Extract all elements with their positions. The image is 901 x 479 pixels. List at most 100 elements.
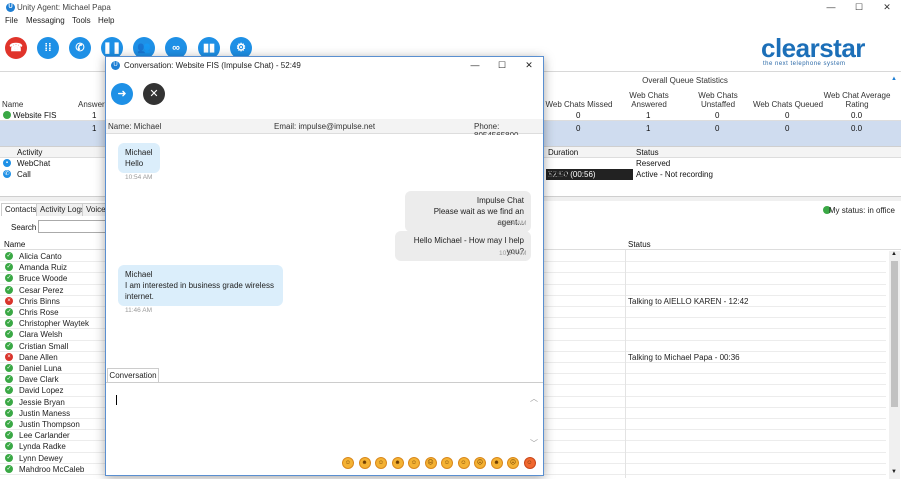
- col-activity[interactable]: Activity: [17, 148, 42, 157]
- hangup-icon[interactable]: ☎: [5, 37, 27, 59]
- totals-answered-web: 1: [646, 124, 651, 133]
- maximize-button[interactable]: ☐: [845, 0, 873, 15]
- message-time: 11:46 AM: [125, 307, 152, 314]
- customer-name: Name: Michael: [108, 122, 162, 131]
- compose-scroll-down-icon[interactable]: ﹀: [530, 438, 538, 449]
- collapse-arrow-icon[interactable]: ▲: [891, 76, 897, 82]
- emoji-icon[interactable]: ☹: [474, 457, 486, 469]
- customer-info-bar: Name: Michael Email: impulse@impulse.net…: [106, 119, 543, 140]
- column-divider: [625, 250, 626, 478]
- dialog-minimize-button[interactable]: —: [462, 59, 488, 72]
- contact-name: Lynn Dewey: [19, 453, 63, 463]
- activity-name: WebChat: [17, 159, 51, 168]
- message-compose-area[interactable]: ︿ ﹀ ☺ ☻ ☺ ☻ ☺ ☹ ☺ ☺ ☹ ☻ ☹ ☺: [106, 382, 543, 475]
- available-status-icon: ✓: [5, 252, 13, 260]
- col-web-chats-answered[interactable]: Web Chats Answered: [618, 91, 680, 109]
- available-status-icon: ✓: [5, 375, 13, 384]
- chat-end-icon[interactable]: ✕: [143, 83, 165, 105]
- col-web-chats-unstaffed[interactable]: Web Chats Unstaffed: [688, 91, 748, 109]
- available-status-icon: ✓: [5, 464, 13, 473]
- tab-conversation[interactable]: Conversation: [107, 368, 159, 382]
- available-status-icon: ✓: [5, 341, 13, 350]
- emoji-icon[interactable]: ☺: [375, 457, 387, 469]
- available-status-icon: ✓: [5, 453, 13, 462]
- available-status-icon: ✓: [5, 263, 13, 272]
- contact-status: Talking to Michael Papa - 00:36: [628, 352, 740, 362]
- col-duration[interactable]: Duration: [548, 148, 578, 157]
- conversation-dialog: U Conversation: Website FIS (Impulse Cha…: [105, 56, 544, 476]
- emoji-icon[interactable]: ☺: [441, 457, 453, 469]
- available-status-icon: ✓: [5, 442, 13, 451]
- message-text: Hello: [125, 159, 144, 168]
- activity-status: Reserved: [636, 159, 671, 168]
- queue-answered: 1: [92, 111, 97, 120]
- dialog-close-button[interactable]: ✕: [516, 59, 542, 72]
- minimize-button[interactable]: —: [817, 0, 845, 15]
- col-contact-status[interactable]: Status: [628, 240, 651, 249]
- call-icon[interactable]: ✆: [69, 37, 91, 59]
- message-time: 10:54 AM: [125, 174, 153, 181]
- available-status-icon: ✓: [5, 386, 13, 395]
- col-status[interactable]: Status: [636, 148, 659, 157]
- status-ok-icon: [3, 111, 11, 119]
- message-text: I am interested in business grade wirele…: [125, 281, 274, 301]
- compose-scroll-up-icon[interactable]: ︿: [530, 393, 538, 404]
- chat-transfer-icon[interactable]: ➜: [111, 83, 133, 105]
- queue-queued: 0: [785, 111, 790, 120]
- menu-bar: File Messaging Tools Help: [0, 15, 901, 28]
- available-status-icon: ✓: [5, 431, 13, 440]
- activity-status: Active - Not recording: [636, 170, 713, 179]
- contact-name: Cristian Small: [19, 341, 69, 351]
- emoji-icon[interactable]: ☹: [507, 457, 519, 469]
- activity-name: Call: [17, 170, 31, 179]
- dialog-title: Conversation: Website FIS (Impulse Chat)…: [124, 61, 301, 70]
- totals-answered: 1: [92, 124, 97, 133]
- customer-email: Email: impulse@impulse.net: [274, 122, 376, 131]
- my-status[interactable]: My status: in office: [829, 206, 895, 215]
- tab-activity-logs[interactable]: Activity Logs: [36, 203, 89, 216]
- emoji-icon[interactable]: ☻: [391, 457, 404, 469]
- queue-rating: 0.0: [851, 111, 863, 120]
- queue-unstaffed: 0: [715, 111, 720, 120]
- col-web-chat-rating[interactable]: Web Chat Average Rating: [822, 91, 892, 109]
- emoji-icon[interactable]: ☹: [424, 457, 437, 469]
- emoji-icon[interactable]: ☻: [490, 457, 503, 469]
- emoji-icon[interactable]: ☻: [358, 457, 371, 469]
- scroll-down-icon[interactable]: ▼: [891, 469, 897, 475]
- col-web-chats-queued[interactable]: Web Chats Queued: [752, 100, 824, 109]
- totals-rating: 0.0: [851, 124, 863, 133]
- menu-tools[interactable]: Tools: [72, 16, 91, 25]
- contact-name: Amanda Ruiz: [19, 263, 68, 273]
- activity-duration: 00:35: [548, 170, 569, 179]
- contact-name: Clara Welsh: [19, 330, 63, 340]
- emoji-icon[interactable]: ☺: [457, 457, 470, 469]
- contact-name: Lee Carlander: [19, 431, 70, 441]
- col-name[interactable]: Name: [2, 100, 23, 109]
- emoji-icon[interactable]: ☺: [523, 457, 536, 469]
- scroll-up-icon[interactable]: ▲: [891, 251, 897, 257]
- contact-name: Christopher Waytek: [19, 319, 89, 329]
- tab-contacts[interactable]: Contacts: [1, 203, 41, 216]
- dialog-maximize-button[interactable]: ☐: [489, 59, 515, 72]
- contacts-scrollbar[interactable]: ▲ ▼: [889, 251, 900, 479]
- available-status-icon: ✓: [5, 274, 13, 283]
- col-contact-name[interactable]: Name: [4, 240, 25, 249]
- message-time: 10:54 AM: [499, 220, 527, 227]
- logo-word: clearstar: [761, 33, 865, 63]
- col-web-chats-missed[interactable]: Web Chats Missed: [545, 100, 613, 109]
- queue-missed: 0: [576, 111, 581, 120]
- dialpad-icon[interactable]: ⁞⁞: [37, 37, 59, 59]
- close-button[interactable]: ✕: [873, 0, 901, 15]
- menu-messaging[interactable]: Messaging: [26, 16, 65, 25]
- dialog-title-bar: U Conversation: Website FIS (Impulse Cha…: [106, 57, 543, 74]
- scroll-thumb[interactable]: [891, 261, 898, 407]
- emoji-icon[interactable]: ☺: [342, 457, 354, 469]
- available-status-icon: ✓: [5, 397, 13, 406]
- contact-name: Jessie Bryan: [19, 397, 65, 407]
- contact-name: Alicia Canto: [19, 252, 62, 261]
- search-input[interactable]: [38, 220, 108, 233]
- menu-help[interactable]: Help: [98, 16, 114, 25]
- menu-file[interactable]: File: [5, 16, 18, 25]
- message-sender: Impulse Chat: [476, 196, 524, 205]
- emoji-icon[interactable]: ☺: [408, 457, 420, 469]
